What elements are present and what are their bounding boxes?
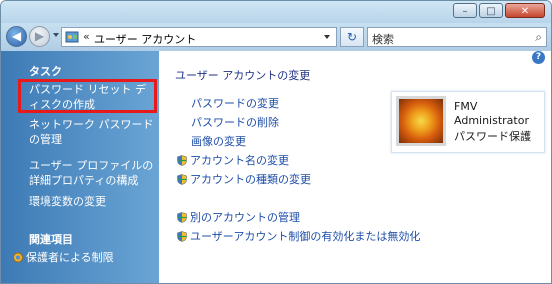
sidebar-item-label: 保護者による制限 — [26, 251, 114, 264]
task-manage-other-account[interactable]: 別のアカウントの管理 — [177, 209, 300, 225]
task-label: 別のアカウントの管理 — [190, 211, 300, 224]
sidebar-item-environment-variables[interactable]: 環境変数の変更 — [29, 194, 155, 209]
task-change-password[interactable]: パスワードの変更 — [191, 95, 279, 111]
minimize-button[interactable]: – — [453, 3, 477, 18]
task-change-picture[interactable]: 画像の変更 — [191, 133, 246, 149]
maximize-button[interactable]: □ — [479, 3, 503, 18]
uac-shield-icon — [177, 155, 187, 166]
task-change-account-type[interactable]: アカウントの種類の変更 — [177, 171, 311, 187]
address-dropdown-icon[interactable] — [324, 35, 330, 39]
search-input[interactable]: 検索 ⌕ — [367, 27, 547, 47]
search-icon[interactable]: ⌕ — [535, 30, 542, 45]
user-password-status: パスワード保護 — [454, 130, 531, 143]
forward-button[interactable]: ▶ — [29, 26, 50, 47]
help-icon[interactable]: ? — [532, 51, 545, 64]
user-name: FMV — [454, 100, 478, 113]
title-bar: – □ ✕ — [1, 1, 551, 23]
address-bar[interactable]: « ユーザー アカウント — [61, 27, 337, 47]
sidebar-item-manage-network-passwords[interactable]: ネットワーク パスワードの管理 — [29, 117, 155, 147]
page-title: ユーザー アカウントの変更 — [175, 69, 311, 82]
content-area: タスク パスワード リセット ディスクの作成 ネットワーク パスワードの管理 ユ… — [1, 51, 551, 283]
window-controls: – □ ✕ — [451, 3, 545, 18]
main-panel: ? ユーザー アカウントの変更 パスワードの変更 パスワードの削除 画像の変更 … — [159, 51, 551, 283]
search-placeholder: 検索 — [372, 33, 394, 46]
control-panel-icon — [65, 31, 79, 43]
parental-controls-icon — [13, 252, 23, 263]
breadcrumb-separator: « — [83, 30, 90, 43]
task-label: アカウント名の変更 — [190, 154, 289, 167]
task-label: アカウントの種類の変更 — [190, 173, 311, 186]
breadcrumb[interactable]: ユーザー アカウント — [94, 31, 196, 47]
close-button[interactable]: ✕ — [505, 3, 545, 18]
refresh-button[interactable]: ↻ — [340, 27, 364, 47]
sidebar-item-profile-properties[interactable]: ユーザー プロファイルの詳細プロパティの構成 — [29, 158, 155, 188]
back-button[interactable]: ◀ — [6, 26, 27, 47]
user-account-card: FMV Administrator パスワード保護 — [391, 91, 545, 153]
user-avatar[interactable] — [396, 96, 446, 146]
control-panel-window: – □ ✕ ◀ ▶ « ユーザー アカウント ↻ 検索 ⌕ タスク パスワード … — [0, 0, 552, 284]
sidebar-item-create-reset-disk[interactable]: パスワード リセット ディスクの作成 — [29, 82, 155, 112]
user-role: Administrator — [454, 114, 529, 127]
task-toggle-uac[interactable]: ユーザーアカウント制御の有効化または無効化 — [177, 228, 420, 244]
task-remove-password[interactable]: パスワードの削除 — [191, 114, 279, 130]
sidebar-item-parental-controls[interactable]: 保護者による制限 — [13, 250, 139, 265]
tasks-heading: タスク — [29, 65, 62, 78]
related-heading: 関連項目 — [29, 233, 73, 246]
navigation-bar: ◀ ▶ « ユーザー アカウント ↻ 検索 ⌕ — [1, 23, 551, 51]
uac-shield-icon — [177, 174, 187, 185]
task-label: ユーザーアカウント制御の有効化または無効化 — [190, 230, 421, 243]
task-sidebar: タスク パスワード リセット ディスクの作成 ネットワーク パスワードの管理 ユ… — [1, 51, 159, 283]
task-change-account-name[interactable]: アカウント名の変更 — [177, 152, 289, 168]
uac-shield-icon — [177, 212, 187, 223]
recent-pages-dropdown[interactable] — [53, 33, 59, 37]
uac-shield-icon — [177, 231, 187, 242]
